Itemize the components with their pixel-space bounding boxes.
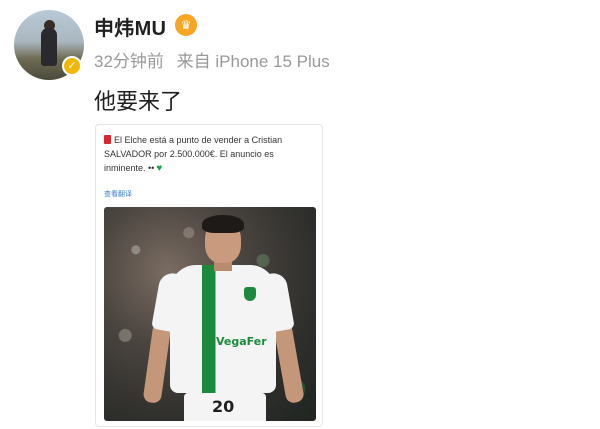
embedded-image-card[interactable]: El Elche está a punto de vender a Cristi… <box>95 124 323 427</box>
post-header: ✓ 申炜MU ♛ 32分钟前 来自 iPhone 15 Plus <box>0 0 600 84</box>
player-hair <box>202 215 244 233</box>
crown-icon[interactable]: ♛ <box>175 14 197 36</box>
green-heart-icon: ♥ <box>156 163 163 174</box>
post-meta: 32分钟前 来自 iPhone 15 Plus <box>94 47 330 72</box>
shirt-sponsor: VegaFer <box>216 335 267 348</box>
verified-badge-icon: ✓ <box>62 56 82 76</box>
elche-crest-icon <box>244 287 256 301</box>
player-shirt <box>170 265 276 393</box>
translate-link[interactable]: 查看翻译 <box>104 189 132 199</box>
red-flag-icon <box>104 135 111 144</box>
player-photo[interactable]: VegaFer 20 <box>104 207 316 421</box>
shirt-number: 20 <box>212 397 235 416</box>
avatar-figure <box>41 28 57 66</box>
card-caption-text: El Elche está a punto de vender a Cristi… <box>104 135 283 173</box>
username[interactable]: 申炜MU <box>94 12 166 41</box>
card-caption: El Elche está a punto de vender a Cristi… <box>104 133 316 176</box>
post-text: 他要来了 <box>94 89 183 114</box>
post-source: 来自 iPhone 15 Plus <box>176 52 330 71</box>
post-time: 32分钟前 <box>94 52 164 71</box>
